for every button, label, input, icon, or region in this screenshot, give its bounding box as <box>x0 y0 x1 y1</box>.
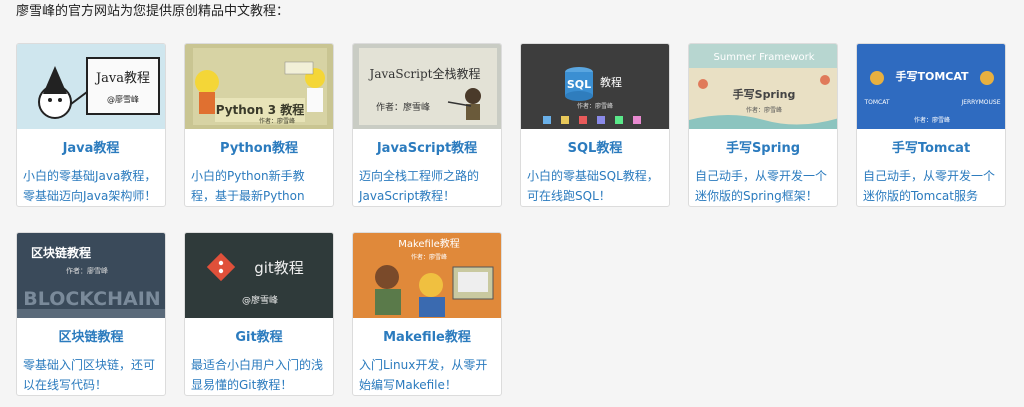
card-description[interactable]: 最适合小白用户入门的浅显易懂的Git教程！ <box>191 355 327 395</box>
card-description[interactable]: 小白的零基础Java教程，零基础迈向Java架构师！ <box>23 166 159 206</box>
card-title[interactable]: JavaScript教程 <box>353 140 501 158</box>
card-description[interactable]: 零基础入门区块链，还可以在线写代码！ <box>23 355 159 395</box>
thumb-big-text: BLOCKCHAIN <box>23 288 160 310</box>
course-card-javascript[interactable]: JavaScript全栈教程 作者：廖雪峰 JavaScript教程 迈向全栈工… <box>352 43 502 207</box>
course-card-python[interactable]: Python 3 教程 作者：廖雪峰 Python教程 小白的Python新手教… <box>184 43 334 207</box>
thumb-author: 作者：廖雪峰 <box>577 102 613 110</box>
thumb-title: SQL <box>567 78 591 91</box>
card-title[interactable]: Git教程 <box>185 329 333 347</box>
card-description[interactable]: 小白的零基础SQL教程，可在线跑SQL！ <box>527 166 663 206</box>
course-thumbnail[interactable]: SQL 教程 作者：廖雪峰 <box>521 44 669 129</box>
thumb-left-label: TOMCAT <box>863 99 889 106</box>
course-card-blockchain[interactable]: 区块链教程 作者：廖雪峰 BLOCKCHAIN 区块链教程 零基础入门区块链，还… <box>16 232 166 396</box>
card-description[interactable]: 小白的Python新手教程，基于最新Python 3！ <box>191 166 327 206</box>
card-title[interactable]: SQL教程 <box>521 140 669 158</box>
thumb-author: 作者：廖雪峰 <box>411 253 447 261</box>
intro-text: 廖雪峰的官方网站为您提供原创精品中文教程： <box>16 4 290 19</box>
thumb-title: Python 3 教程 <box>216 102 305 117</box>
card-description[interactable]: 入门Linux开发，从零开始编写Makefile！ <box>359 355 495 395</box>
thumb-title: Java教程 <box>94 70 150 86</box>
thumb-subtitle: 手写Spring <box>733 87 796 101</box>
thumb-author: 作者：廖雪峰 <box>259 117 295 125</box>
card-title[interactable]: 手写Spring <box>689 140 837 158</box>
thumb-subtitle: 教程 <box>600 76 622 89</box>
course-card-makefile[interactable]: Makefile教程 作者：廖雪峰 Makefile教程 入门Linux开发，从… <box>352 232 502 396</box>
card-description[interactable]: 自己动手，从零开发一个迷你版的Spring框架！ <box>695 166 831 206</box>
course-thumbnail[interactable]: JavaScript全栈教程 作者：廖雪峰 <box>353 44 501 129</box>
thumb-author: 作者：廖雪峰 <box>66 266 108 275</box>
course-card-git[interactable]: git教程 @廖雪峰 Git教程 最适合小白用户入门的浅显易懂的Git教程！ <box>184 232 334 396</box>
course-thumbnail[interactable]: Makefile教程 作者：廖雪峰 <box>353 233 501 318</box>
thumb-author: @廖雪峰 <box>107 94 139 104</box>
course-card-java[interactable]: Java教程 @廖雪峰 Java教程 小白的零基础Java教程，零基础迈向Jav… <box>16 43 166 207</box>
course-thumbnail[interactable]: 区块链教程 作者：廖雪峰 BLOCKCHAIN <box>17 233 165 318</box>
thumb-right-label: JERRYMOUSE <box>960 99 1000 106</box>
thumb-author: 作者：廖雪峰 <box>914 116 950 124</box>
thumb-author: 作者：廖雪峰 <box>746 106 782 114</box>
card-description[interactable]: 自己动手，从零开发一个迷你版的Tomcat服务器！ <box>863 166 999 206</box>
card-title[interactable]: 手写Tomcat <box>857 140 1005 158</box>
course-card-spring[interactable]: Summer Framework 手写Spring 作者：廖雪峰 手写Sprin… <box>688 43 838 207</box>
course-thumbnail[interactable]: 手写TOMCAT TOMCAT JERRYMOUSE 作者：廖雪峰 <box>857 44 1005 129</box>
card-title[interactable]: Python教程 <box>185 140 333 158</box>
thumb-title: JavaScript全栈教程 <box>368 66 481 81</box>
course-thumbnail[interactable]: Python 3 教程 作者：廖雪峰 <box>185 44 333 129</box>
card-title[interactable]: Makefile教程 <box>353 329 501 347</box>
course-card-sql[interactable]: SQL 教程 作者：廖雪峰 SQL教程 小白的零基础SQL教程，可在线跑SQL！ <box>520 43 670 207</box>
course-thumbnail[interactable]: git教程 @廖雪峰 <box>185 233 333 318</box>
card-title[interactable]: Java教程 <box>17 140 165 158</box>
thumb-title: Summer Framework <box>714 52 815 63</box>
thumb-title: Makefile教程 <box>398 237 460 250</box>
course-card-tomcat[interactable]: 手写TOMCAT TOMCAT JERRYMOUSE 作者：廖雪峰 手写Tomc… <box>856 43 1006 207</box>
thumb-author: 作者：廖雪峰 <box>376 101 430 113</box>
course-thumbnail[interactable]: Summer Framework 手写Spring 作者：廖雪峰 <box>689 44 837 129</box>
card-title[interactable]: 区块链教程 <box>17 329 165 347</box>
thumb-title: 手写TOMCAT <box>895 69 969 83</box>
thumb-title: 区块链教程 <box>31 245 91 260</box>
thumb-author: @廖雪峰 <box>242 294 278 306</box>
thumb-title: git教程 <box>254 259 304 277</box>
card-description[interactable]: 迈向全栈工程师之路的JavaScript教程！ <box>359 166 495 206</box>
course-thumbnail[interactable]: Java教程 @廖雪峰 <box>17 44 165 129</box>
